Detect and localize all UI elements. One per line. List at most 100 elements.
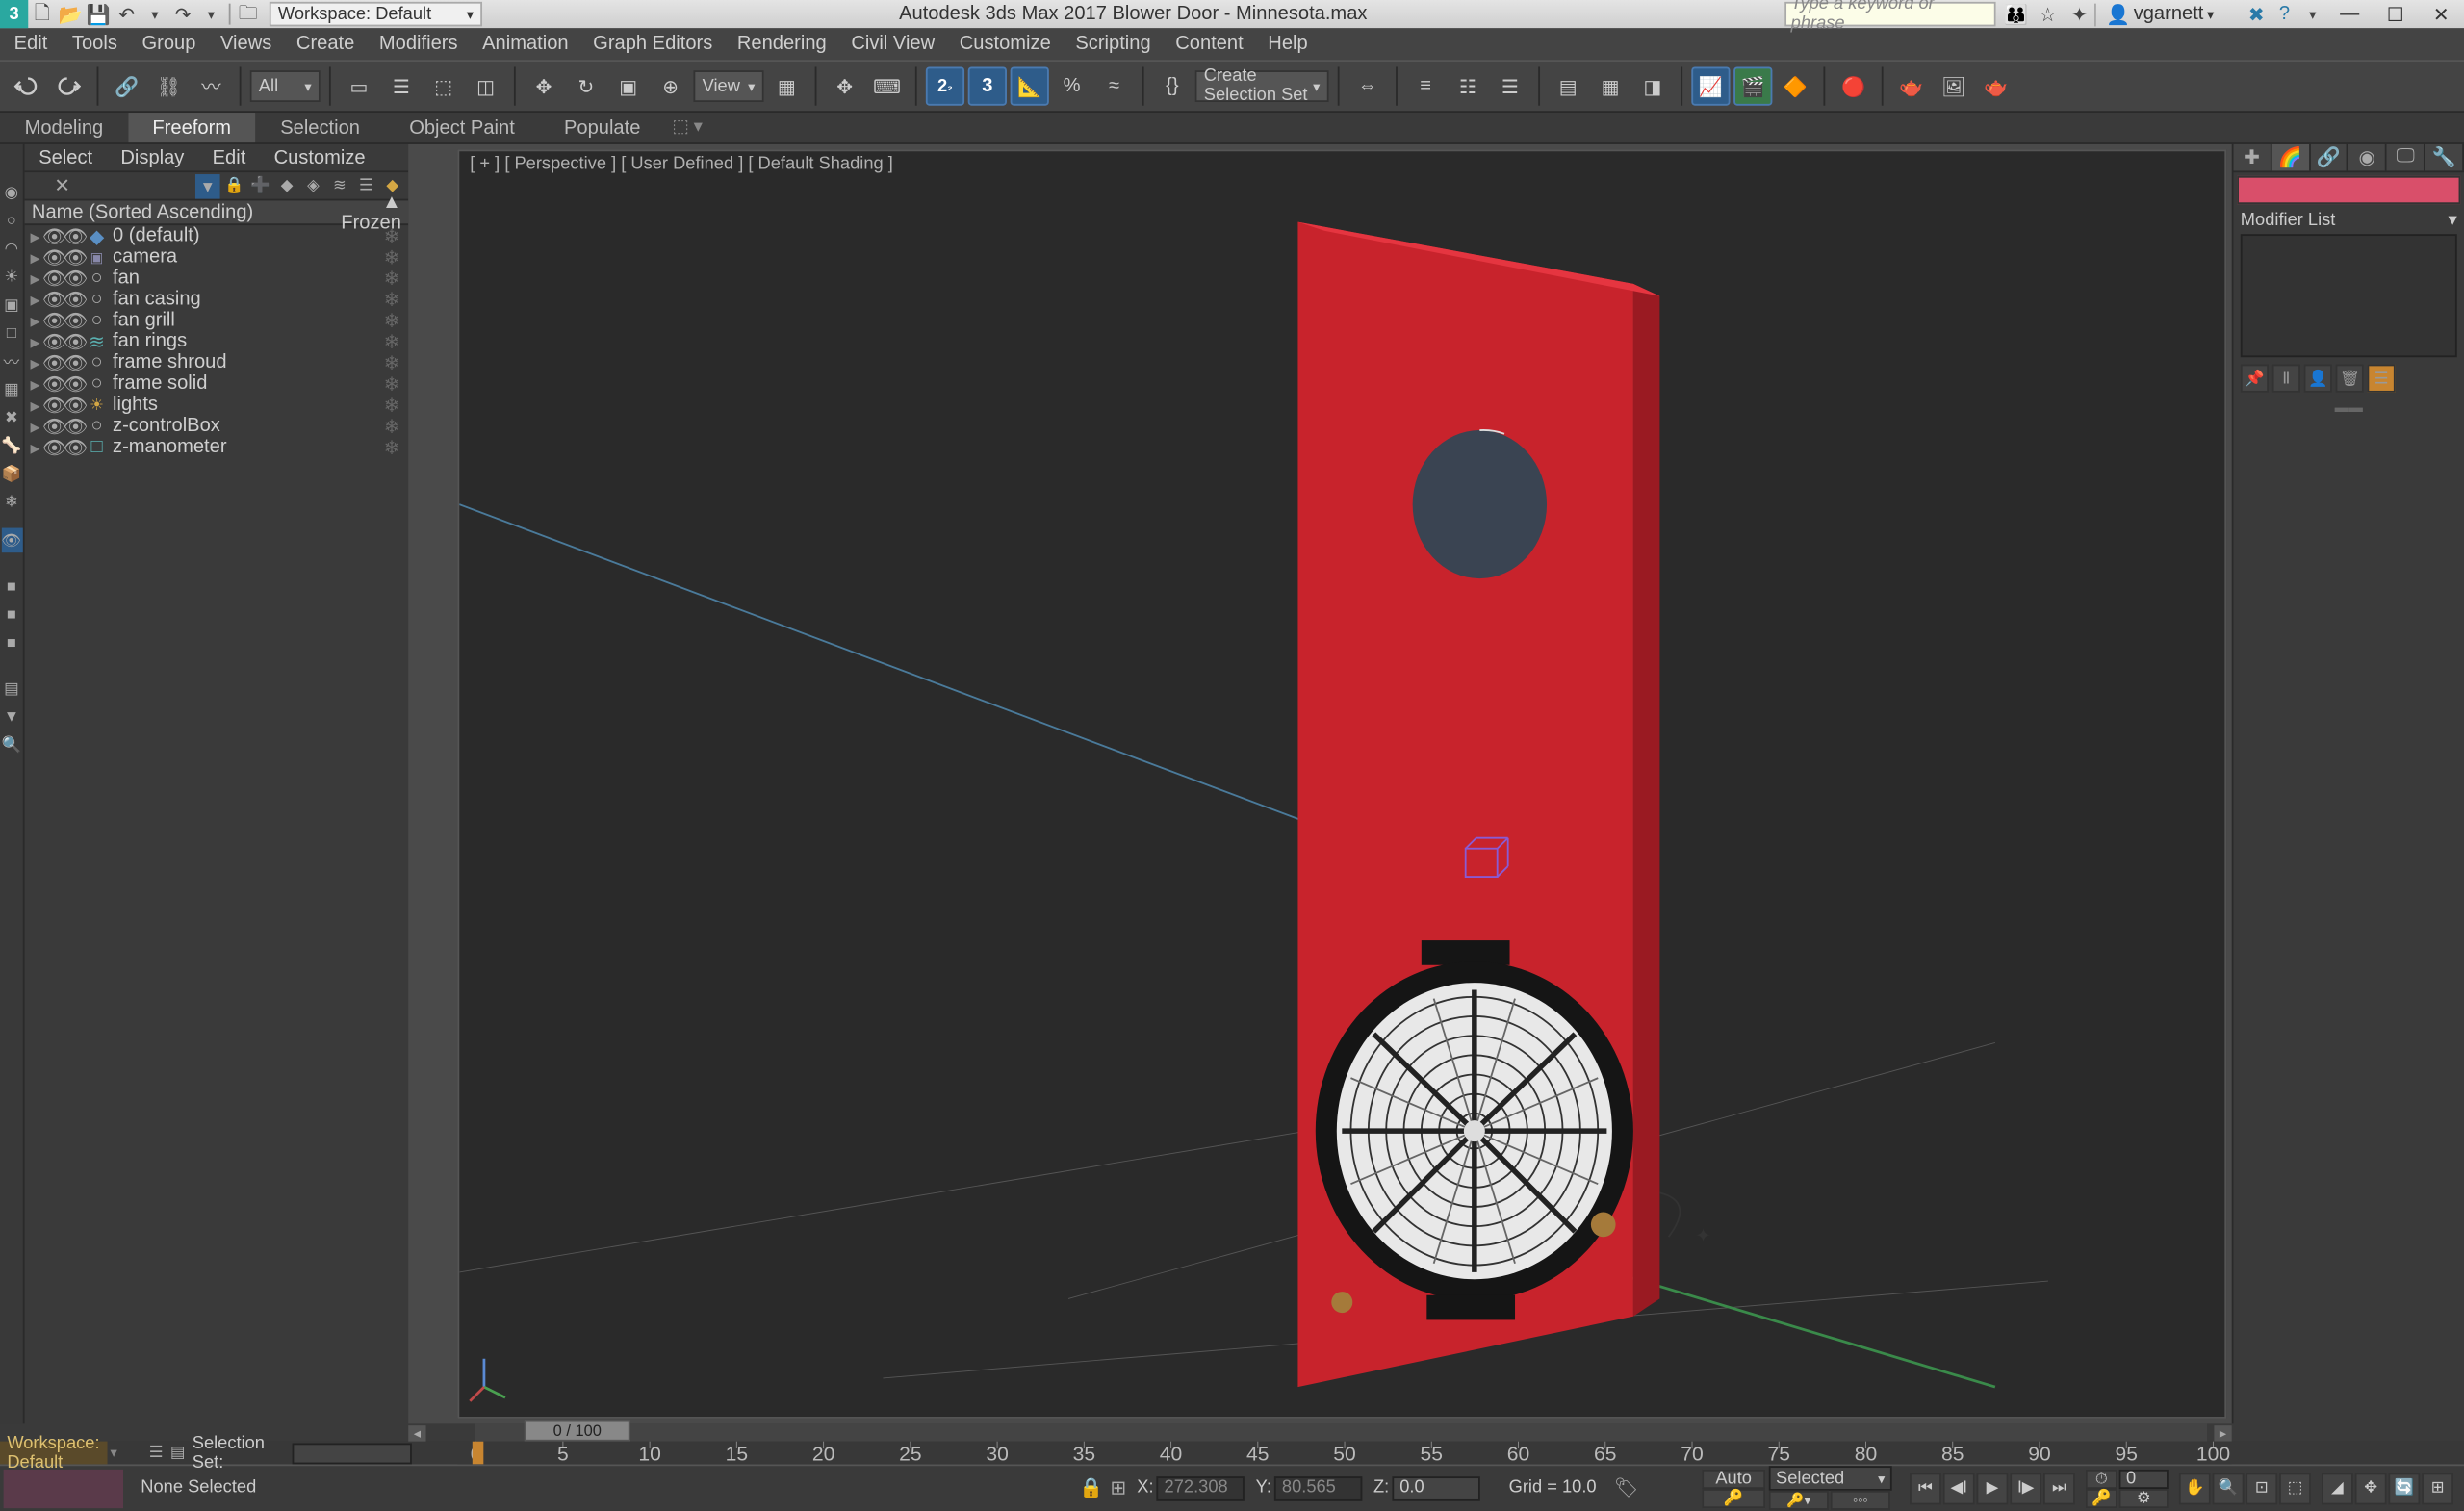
select-scale-button[interactable]: ▣ xyxy=(609,66,648,105)
exp-lock-icon[interactable]: 🔒 xyxy=(221,173,246,198)
li-search-icon[interactable]: 🔍 xyxy=(1,732,22,757)
use-pivot-button[interactable]: ▦ xyxy=(767,66,806,105)
render-setup-button[interactable]: 🫖 xyxy=(1892,66,1931,105)
exp-menu-select[interactable]: Select xyxy=(25,147,107,168)
exp-sort-icon[interactable]: ▼ xyxy=(195,173,220,198)
workspace-dropdown[interactable]: Workspace: Default xyxy=(270,2,482,27)
menu-rendering[interactable]: Rendering xyxy=(737,34,827,55)
explorer-row[interactable]: ▸👁👁camera❄ xyxy=(25,246,409,268)
li-frozen-icon[interactable]: ❄ xyxy=(1,489,22,514)
max-toggle-button[interactable]: ⊞ xyxy=(2422,1473,2453,1504)
spinner-snap-button[interactable]: ≈ xyxy=(1094,66,1133,105)
angle-snap-button[interactable]: 📐 xyxy=(1011,66,1049,105)
show-end-button[interactable]: Ⅱ xyxy=(2272,365,2300,393)
zoom-button[interactable]: 🔍 xyxy=(2213,1473,2245,1504)
material-editor-button[interactable]: 🔴 xyxy=(1834,66,1872,105)
render-frame-button[interactable]: 🖼 xyxy=(1935,66,1973,105)
help-search-input[interactable]: Type a keyword or phrase xyxy=(1784,2,1994,27)
zoom-region-button[interactable]: ⬚ xyxy=(2279,1473,2311,1504)
ribbon-tab-selection[interactable]: Selection xyxy=(256,113,385,142)
li-geometry-icon[interactable]: ○ xyxy=(1,208,22,233)
redo-icon[interactable]: ↷ xyxy=(169,2,197,27)
play-button[interactable]: ▶ xyxy=(1977,1473,2009,1504)
selection-filter-dropdown[interactable]: All xyxy=(250,70,321,102)
menu-scripting[interactable]: Scripting xyxy=(1075,34,1150,55)
ribbon-toggle-icon[interactable]: ⬚ ▾ xyxy=(672,118,703,138)
configure-button[interactable]: ☰ xyxy=(2367,365,2395,393)
curve-editor-button[interactable]: 📈 xyxy=(1691,66,1730,105)
qat-dd-icon[interactable]: ▾ xyxy=(141,2,168,27)
time-slider-thumb[interactable]: 0 / 100 xyxy=(525,1421,630,1442)
align-button[interactable]: ☷ xyxy=(1449,66,1487,105)
percent-snap-button[interactable]: % xyxy=(1053,66,1091,105)
key-mode-button[interactable]: ◦◦◦ xyxy=(1831,1491,1890,1510)
snap-3d-button[interactable]: 3 xyxy=(968,66,1007,105)
key-filter-dropdown[interactable]: Selected xyxy=(1769,1466,1892,1491)
selection-set-dropdown[interactable] xyxy=(292,1443,412,1464)
exp-menu-edit[interactable]: Edit xyxy=(198,147,260,168)
menu-group[interactable]: Group xyxy=(141,34,195,55)
pan-view-button[interactable]: ✥ xyxy=(2355,1473,2387,1504)
cmd-tab-modify[interactable]: 🌈 xyxy=(2272,144,2310,170)
object-name-field[interactable] xyxy=(2237,176,2460,204)
pin-stack-button[interactable]: 📌 xyxy=(2241,365,2269,393)
li-xrefs-icon[interactable]: ✖ xyxy=(1,405,22,430)
explorer-close-icon[interactable]: ✕ xyxy=(54,174,70,197)
menu-edit[interactable]: Edit xyxy=(14,34,48,55)
open-icon[interactable]: 📂 xyxy=(57,2,85,27)
explorer-row[interactable]: ▸👁👁z-controlBox❄ xyxy=(25,416,409,437)
li-helpers-icon[interactable]: □ xyxy=(1,320,22,346)
coord-x[interactable]: 272.308 xyxy=(1157,1475,1245,1500)
coord-z[interactable]: 0.0 xyxy=(1393,1475,1480,1500)
li-sq3-icon[interactable]: ■ xyxy=(1,630,22,655)
select-rotate-button[interactable]: ↻ xyxy=(567,66,605,105)
li-container-icon[interactable]: 📦 xyxy=(1,461,22,486)
qat-dd2-icon[interactable]: ▾ xyxy=(197,2,225,27)
select-place-button[interactable]: ⊕ xyxy=(652,66,690,105)
star-icon[interactable]: ☆ xyxy=(2034,2,2062,27)
maximize-button[interactable]: ☐ xyxy=(2373,0,2419,28)
cmd-tab-hierarchy[interactable]: 🔗 xyxy=(2310,144,2348,170)
ribbon-tab-populate[interactable]: Populate xyxy=(539,113,665,142)
help-icon[interactable]: ? xyxy=(2271,2,2298,27)
coord-y[interactable]: 80.565 xyxy=(1275,1475,1363,1500)
mirror-button[interactable]: ⇔ xyxy=(1348,66,1387,105)
search-go-icon[interactable]: 👪 xyxy=(2002,2,2030,27)
li-bone-icon[interactable]: 🦴 xyxy=(1,433,22,458)
ribbon-tab-freeform[interactable]: Freeform xyxy=(128,113,256,142)
workspace-dd-icon[interactable]: ▾ xyxy=(111,1445,117,1460)
selset-icon1[interactable]: ☰ xyxy=(149,1443,164,1462)
snap-2d-button[interactable]: 2₂ xyxy=(926,66,964,105)
select-move-button[interactable]: ✥ xyxy=(525,66,563,105)
next-frame-button[interactable]: Ⅰ▶ xyxy=(2010,1473,2041,1504)
favorite-icon[interactable]: ✖ xyxy=(2243,2,2271,27)
li-spacewarps-icon[interactable]: 〰 xyxy=(1,348,22,373)
menu-graph-editors[interactable]: Graph Editors xyxy=(593,34,712,55)
explorer-row[interactable]: ▸👁👁fan casing❄ xyxy=(25,289,409,310)
ribbon-tab-modeling[interactable]: Modeling xyxy=(0,113,128,142)
render-button[interactable]: 🫖 xyxy=(1977,66,2015,105)
keyboard-shortcut-button[interactable]: ⌨ xyxy=(867,66,906,105)
exp-menu-customize[interactable]: Customize xyxy=(260,147,379,168)
li-all-icon[interactable]: ◉ xyxy=(1,180,22,205)
orbit-button[interactable]: 🔄 xyxy=(2388,1473,2420,1504)
key-filters-button[interactable]: 🔑▾ xyxy=(1769,1491,1829,1510)
undo-icon[interactable]: ↶ xyxy=(113,2,141,27)
layer-manager-button[interactable]: ▦ xyxy=(1591,66,1630,105)
time-slider-right[interactable]: ▸ xyxy=(2214,1424,2231,1440)
remove-mod-button[interactable]: 🗑 xyxy=(2336,365,2364,393)
workspace-badge[interactable]: Workspace: Default xyxy=(0,1442,107,1465)
project-icon[interactable]: 🗀 xyxy=(234,2,262,27)
goto-end-button[interactable]: ⏭ xyxy=(2043,1473,2075,1504)
time-config-button[interactable]: ⏱ xyxy=(2086,1469,2118,1488)
time-tag-icon[interactable]: 🏷 xyxy=(1614,1476,1639,1499)
redo-button[interactable] xyxy=(49,66,88,105)
li-sq1-icon[interactable]: ■ xyxy=(1,574,22,599)
modifier-stack[interactable] xyxy=(2241,234,2457,357)
cmd-tab-create[interactable]: ✚ xyxy=(2233,144,2272,170)
explorer-row[interactable]: ▸👁👁0 (default)❄ xyxy=(25,225,409,246)
ref-coord-dropdown[interactable]: View xyxy=(693,70,763,102)
menu-views[interactable]: Views xyxy=(220,34,271,55)
fov-button[interactable]: ◢ xyxy=(2322,1473,2353,1504)
xyz-mode-icon[interactable]: ⊞ xyxy=(1110,1476,1126,1499)
